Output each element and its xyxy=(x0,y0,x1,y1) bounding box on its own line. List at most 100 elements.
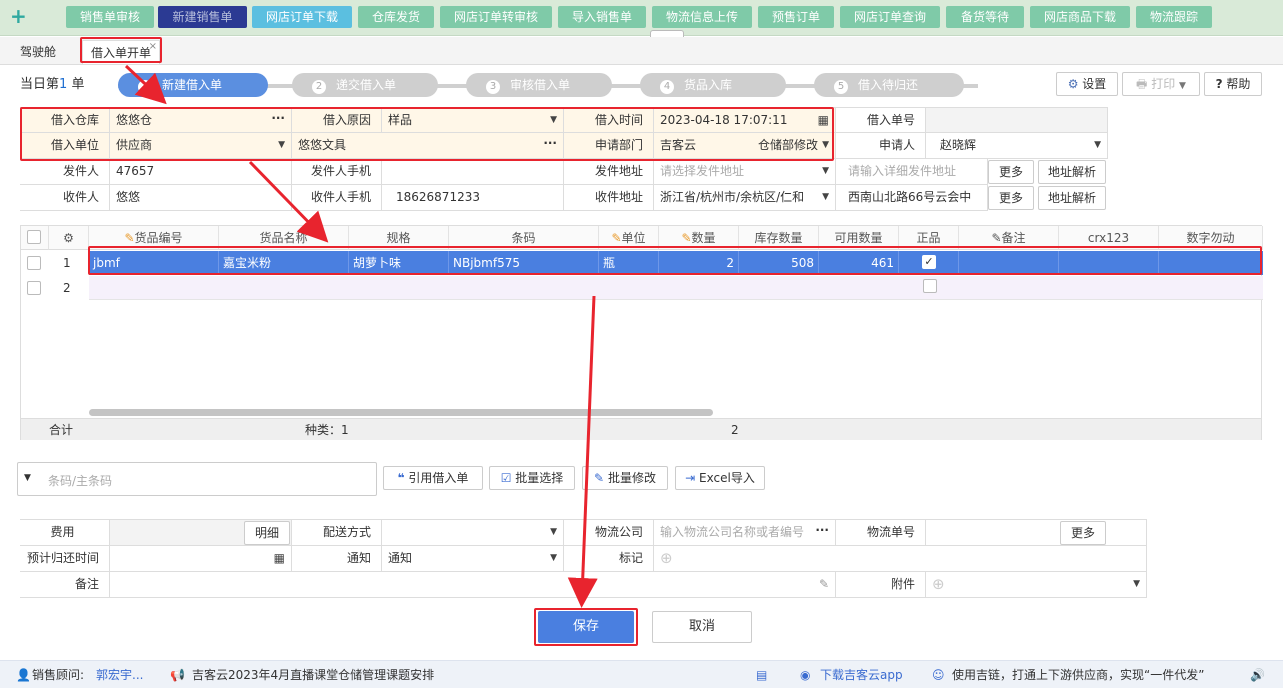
tab-cockpit[interactable]: 驾驶舱 xyxy=(12,40,64,64)
more-dots-icon[interactable]: ··· xyxy=(815,520,829,542)
more-dots-icon[interactable]: ··· xyxy=(543,133,557,155)
sender-parse-button[interactable]: 地址解析 xyxy=(1038,160,1106,184)
row-checkbox[interactable] xyxy=(27,281,41,295)
batch-edit-button[interactable]: ✎ 批量修改 xyxy=(582,466,668,490)
download-app-link[interactable]: 下载吉客云app xyxy=(820,661,903,688)
chevron-down-icon[interactable]: ▼ xyxy=(24,473,31,483)
cell-remark[interactable] xyxy=(959,251,1059,275)
print-button[interactable]: 🖶 打印 ▼ xyxy=(1122,72,1200,96)
help-button[interactable]: ? 帮助 xyxy=(1204,72,1262,96)
nav-tab-new-sales[interactable]: 新建销售单 xyxy=(158,6,247,28)
attach-field[interactable]: ⊕ ▼ xyxy=(926,572,1147,598)
quote-borrow-button[interactable]: ❝ 引用借入单 xyxy=(383,466,483,490)
cell-qty[interactable]: 2 xyxy=(659,251,739,275)
cell-genuine[interactable]: ✓ xyxy=(899,251,959,275)
logistics-more-button[interactable]: 更多 xyxy=(1060,521,1106,545)
logistics-field[interactable]: 输入物流公司名称或者编号 ··· xyxy=(654,520,836,546)
time-field[interactable]: 2023-04-18 17:07:11 ▦ xyxy=(654,108,836,133)
receiver-addr-select[interactable]: 浙江省/杭州市/余杭区/仁和 ▼ xyxy=(654,185,836,211)
table-row[interactable]: 1 xyxy=(21,251,89,275)
genuine-checkbox[interactable] xyxy=(923,279,937,293)
more-dots-icon[interactable]: ··· xyxy=(271,108,285,130)
col-header-qty[interactable]: ✎数量 xyxy=(659,226,739,250)
close-icon[interactable]: × xyxy=(149,35,157,59)
nav-tab-import-sales[interactable]: 导入销售单 xyxy=(558,6,646,28)
cell-unit[interactable]: 瓶 xyxy=(599,251,659,275)
excel-import-button[interactable]: ⇥ Excel导入 xyxy=(675,466,765,490)
receiver-detail-field[interactable]: 西南山北路66号云会中 xyxy=(836,185,988,211)
row-checkbox[interactable] xyxy=(27,256,41,270)
col-header-unit[interactable]: ✎单位 xyxy=(599,226,659,250)
add-tab-icon[interactable]: + xyxy=(10,6,30,26)
settings-button[interactable]: ⚙ 设置 xyxy=(1056,72,1118,96)
cell-code[interactable]: jbmf xyxy=(89,251,219,275)
col-header-code[interactable]: ✎货品编号 xyxy=(89,226,219,250)
fee-detail-button[interactable]: 明细 xyxy=(244,521,290,545)
notify-select[interactable]: 通知 ▼ xyxy=(382,546,564,572)
edit-icon[interactable]: ✎ xyxy=(819,572,829,596)
nav-tab-logistics-track[interactable]: 物流跟踪 xyxy=(1136,6,1212,28)
dept-select[interactable]: 吉客云 仓储部修改 ▼ xyxy=(654,133,836,159)
applicant-select[interactable]: 赵晓辉 ▼ xyxy=(926,133,1108,159)
col-header-name[interactable]: 货品名称 xyxy=(219,226,349,250)
column-settings[interactable]: ⚙ xyxy=(49,226,89,250)
receiver-phone-field[interactable]: 18626871233 xyxy=(382,185,564,211)
col-header-crx123[interactable]: crx123 xyxy=(1059,226,1159,250)
select-all-checkbox[interactable] xyxy=(27,230,41,244)
nav-tab-presale[interactable]: 预售订单 xyxy=(758,6,834,28)
horizontal-scrollbar[interactable] xyxy=(89,409,713,416)
batch-select-button[interactable]: ☑ 批量选择 xyxy=(489,466,575,490)
nav-tab-stock-wait[interactable]: 备货等待 xyxy=(946,6,1024,28)
unit-type-select[interactable]: 供应商 ▼ xyxy=(110,133,292,159)
cell-name[interactable]: 嘉宝米粉 xyxy=(219,251,349,275)
col-header-genuine[interactable]: 正品 xyxy=(899,226,959,250)
genuine-checkbox-checked[interactable]: ✓ xyxy=(922,255,936,269)
sender-field[interactable]: 47657 xyxy=(110,159,292,185)
calendar-icon[interactable]: ▦ xyxy=(274,546,285,570)
remark-field[interactable]: ✎ xyxy=(110,572,836,598)
notice-link[interactable]: 吉客云2023年4月直播课堂仓储管理课题安排 xyxy=(192,661,434,688)
receiver-more-button[interactable]: 更多 xyxy=(988,186,1034,210)
col-header-spec[interactable]: 规格 xyxy=(349,226,449,250)
nav-tab-sales-review[interactable]: 销售单审核 xyxy=(66,6,154,28)
unit-field[interactable]: 悠悠文具 ··· xyxy=(292,133,564,159)
list-icon[interactable]: ▤ xyxy=(756,661,767,688)
reason-select[interactable]: 样品 ▼ xyxy=(382,108,564,133)
col-header-digits[interactable]: 数字勿动 xyxy=(1159,226,1263,250)
sender-more-button[interactable]: 更多 xyxy=(988,160,1034,184)
mark-field[interactable]: ⊕ xyxy=(654,546,1147,572)
col-header-stock[interactable]: 库存数量 xyxy=(739,226,819,250)
nav-tab-logistics-upload[interactable]: 物流信息上传 xyxy=(652,6,752,28)
cell-spec[interactable]: 胡萝卜味 xyxy=(349,251,449,275)
logistics-no-field[interactable] xyxy=(926,520,1147,546)
sender-phone-field[interactable] xyxy=(382,159,564,185)
sender-detail-field[interactable]: 请输入详细发件地址 xyxy=(836,159,988,185)
empty-row[interactable] xyxy=(89,276,1263,300)
nav-tab-order-query[interactable]: 网店订单查询 xyxy=(840,6,940,28)
calendar-icon[interactable]: ▦ xyxy=(818,108,829,132)
advisor-link[interactable]: 郭宏宇... xyxy=(96,661,143,688)
nav-tab-download-orders[interactable]: 网店订单下载 xyxy=(252,6,352,28)
ship-select[interactable]: ▼ xyxy=(382,520,564,546)
nav-tab-warehouse-ship[interactable]: 仓库发货 xyxy=(358,6,434,28)
col-header-avail[interactable]: 可用数量 xyxy=(819,226,899,250)
receiver-field[interactable]: 悠悠 xyxy=(110,185,292,211)
add-circle-icon[interactable]: ⊕ xyxy=(932,575,945,593)
table-row[interactable]: 2 xyxy=(21,276,89,300)
nav-tab-goods-download[interactable]: 网店商品下载 xyxy=(1030,6,1130,28)
nav-tab-order-to-review[interactable]: 网店订单转审核 xyxy=(440,6,552,28)
cancel-button[interactable]: 取消 xyxy=(652,611,752,643)
barcode-scan-field[interactable]: ▼ 条码/主条码 xyxy=(17,462,377,496)
col-header-barcode[interactable]: 条码 xyxy=(449,226,599,250)
cell-barcode[interactable]: NBjbmf575 xyxy=(449,251,599,275)
sender-addr-select[interactable]: 请选择发件地址 ▼ xyxy=(654,159,836,185)
add-circle-icon[interactable]: ⊕ xyxy=(660,549,673,567)
warehouse-field[interactable]: 悠悠仓 ··· xyxy=(110,108,292,133)
col-header-remark[interactable]: ✎备注 xyxy=(959,226,1059,250)
slogan-text[interactable]: 使用吉链，打通上下游供应商，实现“一件代发” xyxy=(952,661,1204,688)
cell-crx123[interactable] xyxy=(1059,251,1159,275)
cell-digits[interactable] xyxy=(1159,251,1263,275)
receiver-parse-button[interactable]: 地址解析 xyxy=(1038,186,1106,210)
return-time-field[interactable]: ▦ xyxy=(110,546,292,572)
tab-borrow-in-create[interactable]: 借入单开单 × xyxy=(82,40,160,64)
